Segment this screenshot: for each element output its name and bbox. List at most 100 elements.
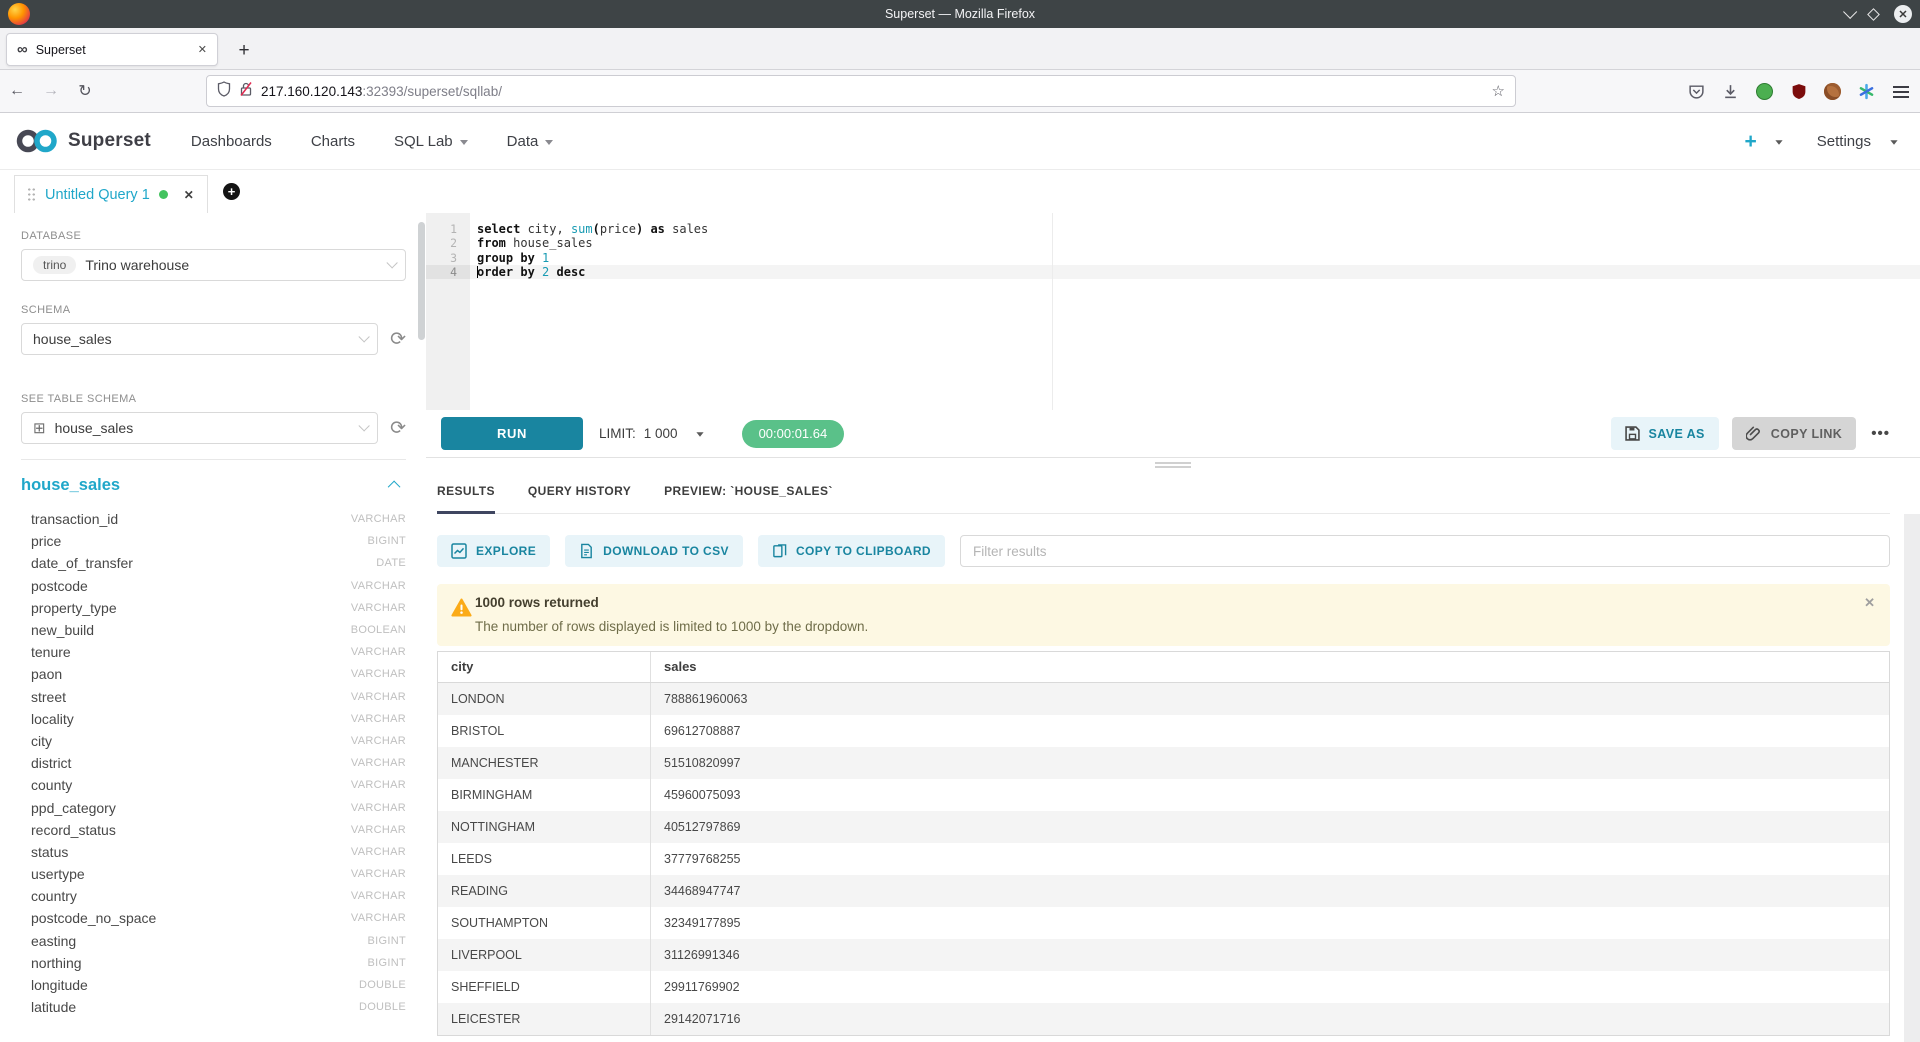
- chevron-down-icon: [359, 331, 370, 342]
- browser-tab[interactable]: ∞ Superset ✕: [6, 33, 218, 66]
- tab-preview-house-sales[interactable]: PREVIEW: `HOUSE_SALES`: [664, 484, 833, 513]
- run-button[interactable]: RUN: [441, 417, 583, 450]
- nav-item-data[interactable]: Data: [507, 133, 554, 150]
- add-query-tab-button[interactable]: +: [223, 183, 240, 200]
- column-type: VARCHAR: [351, 513, 406, 525]
- window-maximize-icon[interactable]: [1867, 8, 1880, 21]
- firefox-icon: [8, 3, 30, 25]
- column-name: price: [31, 533, 61, 549]
- query-tab-close-icon[interactable]: ✕: [184, 188, 194, 202]
- privacy-badger-icon[interactable]: [1755, 82, 1774, 101]
- refresh-tables-icon[interactable]: ⟳: [390, 419, 406, 438]
- column-type: VARCHAR: [351, 713, 406, 725]
- sql-token: select: [477, 222, 520, 236]
- shield-icon[interactable]: [217, 81, 231, 102]
- table-row: LEICESTER29142071716: [438, 1003, 1889, 1035]
- sql-token: group by: [477, 251, 535, 265]
- copy-link-button[interactable]: COPY LINK: [1732, 417, 1856, 450]
- results-table: citysales LONDON788861960063BRISTOL69612…: [437, 651, 1890, 1036]
- schema-column-row: locality VARCHAR: [21, 708, 406, 730]
- infinity-logo-icon: [14, 128, 60, 154]
- sidebar-scrollbar[interactable]: [418, 222, 425, 340]
- see-table-schema-label: SEE TABLE SCHEMA: [21, 393, 406, 405]
- table-cell: 29911769902: [651, 971, 1889, 1003]
- downloads-icon[interactable]: [1721, 82, 1740, 101]
- schema-column-row: property_typeVARCHAR: [21, 597, 406, 619]
- sql-token: sum: [571, 222, 593, 236]
- refresh-schemas-icon[interactable]: ⟳: [390, 330, 406, 349]
- insecure-lock-icon[interactable]: [239, 81, 253, 102]
- menu-hamburger-icon[interactable]: [1891, 82, 1910, 101]
- schema-column-row: streetVARCHAR: [21, 686, 406, 708]
- column-name: locality: [31, 711, 74, 727]
- url-bar[interactable]: 217.160.120.143:32393/superset/sqllab/ ☆: [206, 75, 1516, 107]
- column-name: street: [31, 689, 66, 705]
- code-line: order by 2 desc: [470, 265, 1920, 279]
- collapse-chevron-icon[interactable]: [388, 481, 401, 494]
- tab-results[interactable]: RESULTS: [437, 484, 495, 513]
- table-row: MANCHESTER51510820997: [438, 747, 1889, 779]
- url-text[interactable]: 217.160.120.143:32393/superset/sqllab/: [261, 84, 1484, 99]
- column-name: district: [31, 755, 71, 771]
- ublock-icon[interactable]: [1789, 82, 1808, 101]
- column-name: country: [31, 888, 77, 904]
- sql-token: city,: [520, 222, 571, 236]
- container-asterisk-icon[interactable]: [1857, 82, 1876, 101]
- filter-results-input[interactable]: [960, 535, 1890, 567]
- splitter-drag-handle[interactable]: [1155, 462, 1191, 468]
- column-header-city[interactable]: city: [438, 652, 651, 682]
- tab-close-icon[interactable]: ✕: [198, 43, 207, 56]
- download-to-csv-button[interactable]: DOWNLOAD TO CSV: [565, 535, 743, 567]
- chevron-down-icon: [696, 432, 703, 437]
- column-name: latitude: [31, 999, 76, 1015]
- column-header-sales[interactable]: sales: [651, 652, 1889, 682]
- pocket-icon[interactable]: [1687, 82, 1706, 101]
- table-row: LEEDS37779768255: [438, 843, 1889, 875]
- bookmark-star-icon[interactable]: ☆: [1492, 82, 1505, 100]
- column-type: VARCHAR: [351, 757, 406, 769]
- schema-column-row: new_buildBOOLEAN: [21, 619, 406, 641]
- schema-column-row: date_of_transferDATE: [21, 552, 406, 574]
- clipboard-icon: [772, 543, 787, 559]
- forward-icon[interactable]: →: [34, 82, 68, 100]
- superset-logo[interactable]: Superset: [14, 128, 151, 154]
- database-select[interactable]: trino Trino warehouse: [21, 249, 406, 281]
- sql-token: [535, 265, 542, 279]
- warning-icon: [451, 598, 472, 622]
- table-select[interactable]: ⊞ house_sales: [21, 412, 378, 444]
- table-row: NOTTINGHAM40512797869: [438, 811, 1889, 843]
- query-status-dot: [159, 190, 168, 199]
- code-line: from house_sales: [470, 236, 1920, 250]
- alert-close-icon[interactable]: ✕: [1864, 595, 1875, 611]
- cookie-extension-icon[interactable]: [1823, 82, 1842, 101]
- save-as-button[interactable]: SAVE AS: [1611, 417, 1719, 450]
- nav-item-charts[interactable]: Charts: [311, 133, 355, 150]
- drag-grip-icon[interactable]: [27, 187, 36, 202]
- window-close-icon[interactable]: ✕: [1894, 5, 1912, 23]
- window-minimize-icon[interactable]: [1843, 5, 1857, 19]
- table-cell: LONDON: [438, 683, 651, 715]
- limit-dropdown[interactable]: LIMIT: 1 000: [599, 426, 704, 441]
- query-tab[interactable]: Untitled Query 1 ✕: [14, 175, 208, 213]
- reload-icon[interactable]: ↻: [68, 81, 102, 101]
- more-actions-icon[interactable]: •••: [1871, 425, 1890, 442]
- settings-menu[interactable]: Settings: [1817, 133, 1898, 150]
- copy-to-clipboard-button[interactable]: COPY TO CLIPBOARD: [758, 535, 945, 567]
- query-timer-badge: 00:00:01.64: [742, 420, 845, 448]
- results-scrollbar[interactable]: [1904, 514, 1920, 1042]
- action-button-label: DOWNLOAD TO CSV: [603, 544, 729, 558]
- nav-item-dashboards[interactable]: Dashboards: [191, 133, 272, 150]
- results-pane: RESULTS QUERY HISTORY PREVIEW: `HOUSE_SALE…: [426, 457, 1920, 1042]
- new-item-button[interactable]: +: [1745, 131, 1783, 152]
- table-schema-heading[interactable]: house_sales: [21, 476, 120, 495]
- schema-select[interactable]: house_sales: [21, 323, 378, 355]
- new-tab-button[interactable]: +: [232, 39, 256, 63]
- table-row: LONDON788861960063: [438, 683, 1889, 715]
- sql-editor[interactable]: 1234 select city, sum(price) as salesfro…: [426, 213, 1920, 410]
- nav-item-sql-lab[interactable]: SQL Lab: [394, 133, 468, 150]
- explore-button[interactable]: EXPLORE: [437, 535, 550, 567]
- code-line: select city, sum(price) as sales: [470, 222, 1920, 236]
- back-icon[interactable]: ←: [0, 82, 34, 100]
- editor-code-area[interactable]: select city, sum(price) as salesfrom hou…: [470, 213, 1920, 279]
- tab-query-history[interactable]: QUERY HISTORY: [528, 484, 631, 513]
